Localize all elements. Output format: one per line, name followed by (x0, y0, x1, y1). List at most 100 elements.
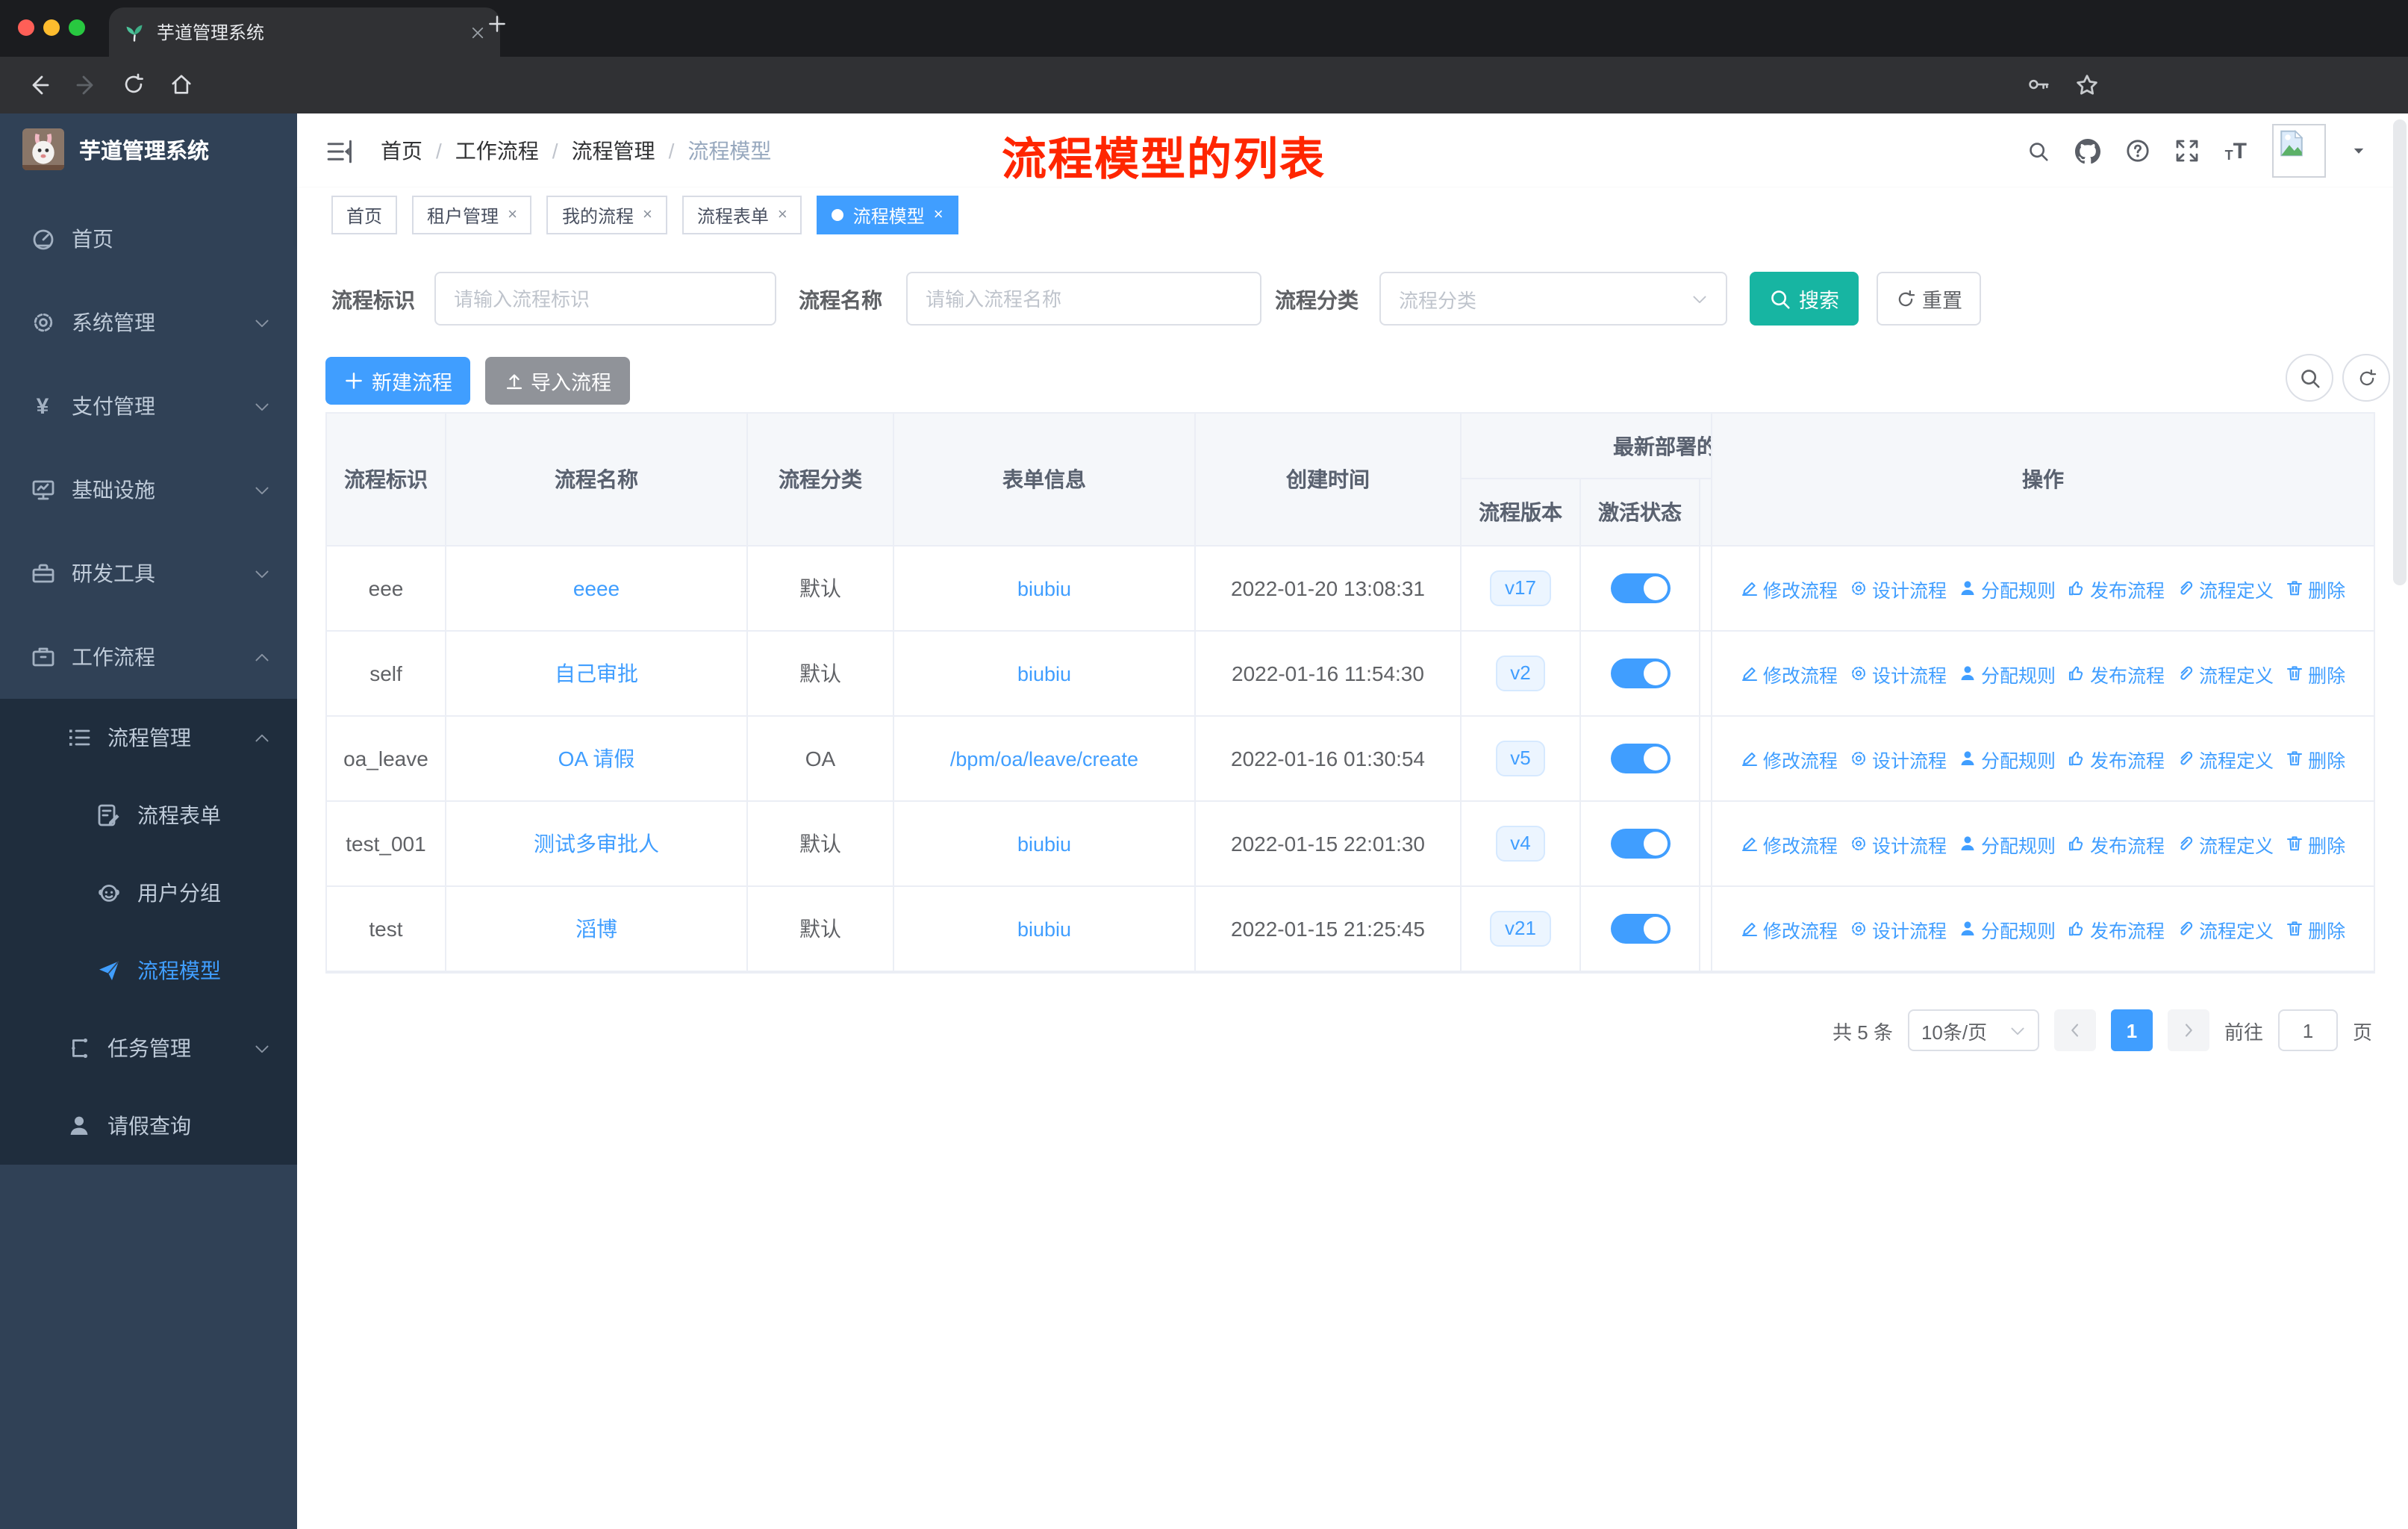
tag-流程表单[interactable]: 流程表单 × (681, 196, 802, 234)
sidebar-item-流程模型[interactable]: 流程模型 (0, 932, 297, 1009)
action-删除[interactable]: 删除 (2286, 659, 2345, 688)
sidebar-item-请假查询[interactable]: 请假查询 (0, 1087, 297, 1165)
current-page-button[interactable]: 1 (2110, 1009, 2153, 1051)
tab-close-icon[interactable] (470, 25, 485, 40)
window-zoom-button[interactable] (69, 19, 85, 36)
sidebar-item-支付管理[interactable]: ¥ 支付管理 (0, 364, 297, 448)
sidebar-fold-icon[interactable] (327, 139, 352, 164)
sidebar-item-用户分组[interactable]: 用户分组 (0, 854, 297, 932)
tag-我的流程[interactable]: 我的流程 × (546, 196, 667, 234)
import-process-button[interactable]: 导入流程 (485, 357, 630, 405)
goto-page-input[interactable] (2277, 1009, 2338, 1051)
show-search-button[interactable] (2286, 354, 2333, 402)
sidebar-item-系统管理[interactable]: 系统管理 (0, 281, 297, 364)
next-page-button[interactable] (2167, 1009, 2209, 1051)
window-minimize-button[interactable] (43, 19, 60, 36)
action-分配规则[interactable]: 分配规则 (1959, 915, 2056, 943)
action-删除[interactable]: 删除 (2286, 574, 2345, 602)
action-流程定义[interactable]: 流程定义 (2177, 574, 2274, 602)
fullscreen-icon[interactable] (2176, 139, 2200, 163)
window-close-button[interactable] (18, 19, 34, 36)
active-toggle[interactable] (1610, 573, 1670, 603)
form-info-link[interactable]: /bpm/oa/leave/create (950, 747, 1138, 770)
refresh-table-button[interactable] (2342, 354, 2390, 402)
action-设计流程[interactable]: 设计流程 (1850, 915, 1947, 943)
browser-tab[interactable]: 芋道管理系统 (109, 7, 500, 57)
avatar[interactable] (2272, 124, 2326, 178)
process-category-select[interactable]: 流程分类 (1379, 272, 1727, 326)
back-icon[interactable] (27, 73, 51, 97)
action-流程定义[interactable]: 流程定义 (2177, 744, 2274, 773)
action-分配规则[interactable]: 分配规则 (1959, 829, 2056, 858)
action-流程定义[interactable]: 流程定义 (2177, 829, 2274, 858)
action-修改流程[interactable]: 修改流程 (1741, 829, 1838, 858)
tag-流程模型[interactable]: 流程模型 × (817, 196, 958, 234)
action-修改流程[interactable]: 修改流程 (1741, 744, 1838, 773)
process-id-input[interactable] (434, 272, 776, 326)
active-toggle[interactable] (1610, 744, 1670, 773)
new-tab-button[interactable] (487, 13, 508, 34)
action-设计流程[interactable]: 设计流程 (1850, 574, 1947, 602)
sidebar-item-工作流程[interactable]: 工作流程 (0, 615, 297, 699)
form-info-link[interactable]: biubiu (1017, 662, 1071, 685)
sidebar-item-首页[interactable]: 首页 (0, 197, 297, 281)
action-设计流程[interactable]: 设计流程 (1850, 829, 1947, 858)
reload-icon[interactable] (122, 73, 145, 96)
tag-close-icon[interactable]: × (778, 206, 787, 224)
question-icon[interactable] (2127, 139, 2150, 163)
page-size-select[interactable]: 10条/页 (1907, 1009, 2039, 1051)
action-分配规则[interactable]: 分配规则 (1959, 574, 2056, 602)
action-分配规则[interactable]: 分配规则 (1959, 659, 2056, 688)
prev-page-button[interactable] (2053, 1009, 2096, 1051)
tag-租户管理[interactable]: 租户管理 × (412, 196, 532, 234)
home-icon[interactable] (170, 73, 193, 96)
action-删除[interactable]: 删除 (2286, 744, 2345, 773)
search-icon[interactable] (2028, 140, 2050, 162)
sidebar-item-研发工具[interactable]: 研发工具 (0, 532, 297, 615)
page-scrollbar[interactable] (2393, 119, 2407, 585)
font-size-icon[interactable]: TT (2225, 140, 2247, 162)
sidebar-item-流程管理[interactable]: 流程管理 (0, 699, 297, 776)
process-name-link[interactable]: 测试多审批人 (534, 829, 659, 859)
action-发布流程[interactable]: 发布流程 (2068, 574, 2165, 602)
action-流程定义[interactable]: 流程定义 (2177, 915, 2274, 943)
tag-首页[interactable]: 首页 (331, 196, 398, 234)
sidebar-item-流程表单[interactable]: 流程表单 (0, 776, 297, 854)
action-设计流程[interactable]: 设计流程 (1850, 744, 1947, 773)
breadcrumb-item[interactable]: 流程管理 (572, 136, 655, 166)
action-修改流程[interactable]: 修改流程 (1741, 574, 1838, 602)
caret-down-icon[interactable] (2351, 143, 2366, 158)
action-删除[interactable]: 删除 (2286, 915, 2345, 943)
reset-button[interactable]: 重置 (1877, 272, 1981, 326)
create-process-button[interactable]: 新建流程 (325, 357, 470, 405)
breadcrumb-item[interactable]: 工作流程 (455, 136, 539, 166)
action-修改流程[interactable]: 修改流程 (1741, 659, 1838, 688)
active-toggle[interactable] (1610, 658, 1670, 688)
tag-close-icon[interactable]: × (643, 206, 652, 224)
action-删除[interactable]: 删除 (2286, 829, 2345, 858)
action-发布流程[interactable]: 发布流程 (2068, 659, 2165, 688)
action-发布流程[interactable]: 发布流程 (2068, 915, 2165, 943)
process-name-input[interactable] (906, 272, 1261, 326)
action-分配规则[interactable]: 分配规则 (1959, 744, 2056, 773)
process-name-link[interactable]: 滔博 (576, 914, 617, 944)
action-修改流程[interactable]: 修改流程 (1741, 915, 1838, 943)
sidebar-item-基础设施[interactable]: 基础设施 (0, 448, 297, 532)
bookmark-star-icon[interactable] (2075, 73, 2099, 97)
form-info-link[interactable]: biubiu (1017, 918, 1071, 940)
sidebar-item-任务管理[interactable]: 任务管理 (0, 1009, 297, 1087)
form-info-link[interactable]: biubiu (1017, 832, 1071, 855)
tag-close-icon[interactable]: × (508, 206, 517, 224)
action-流程定义[interactable]: 流程定义 (2177, 659, 2274, 688)
key-icon[interactable] (2027, 73, 2050, 96)
forward-icon[interactable] (75, 73, 99, 97)
active-toggle[interactable] (1610, 914, 1670, 944)
active-toggle[interactable] (1610, 829, 1670, 859)
process-name-link[interactable]: OA 请假 (558, 744, 635, 773)
form-info-link[interactable]: biubiu (1017, 577, 1071, 600)
process-name-link[interactable]: 自己审批 (555, 658, 638, 688)
tag-close-icon[interactable]: × (934, 206, 943, 224)
github-icon[interactable] (2075, 138, 2101, 164)
action-发布流程[interactable]: 发布流程 (2068, 829, 2165, 858)
breadcrumb-item[interactable]: 首页 (381, 136, 422, 166)
